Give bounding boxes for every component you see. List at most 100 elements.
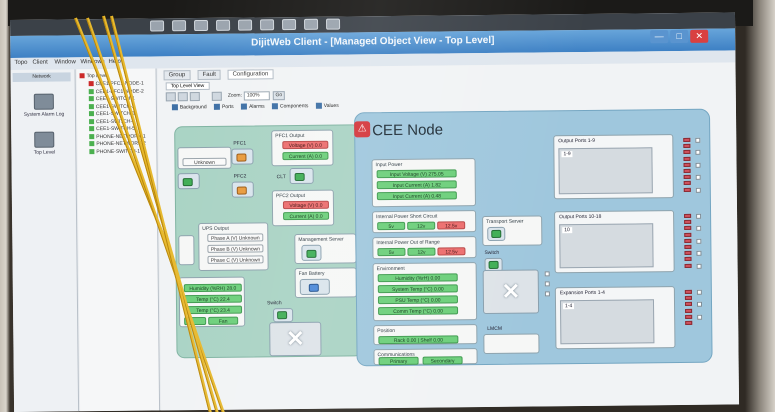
port-alarm-indicator[interactable]	[683, 175, 691, 180]
switch-port-square[interactable]	[544, 291, 550, 297]
zoom-out-icon[interactable]	[177, 92, 188, 102]
port-alarm-indicator[interactable]	[685, 320, 693, 325]
port-alarm-indicator[interactable]	[684, 213, 692, 218]
lmcm-box[interactable]	[483, 333, 540, 355]
out-of-range-12v: 12v	[407, 247, 436, 256]
port-square[interactable]	[695, 174, 701, 181]
port-alarm-indicator[interactable]	[684, 232, 692, 237]
checkbox-alarms[interactable]	[241, 103, 248, 110]
device-input[interactable]	[177, 173, 200, 190]
tab-configuration[interactable]: Configuration	[227, 69, 274, 80]
taskbar-icon[interactable]	[282, 19, 297, 31]
port-alarm-indicator[interactable]	[684, 289, 692, 294]
port-alarm-indicator[interactable]	[683, 187, 691, 192]
tree-item[interactable]: CEE1-PFC1-NODE-1	[88, 81, 144, 89]
zoom-go-button[interactable]: Go	[272, 91, 285, 101]
port-alarm-indicator[interactable]	[684, 302, 693, 307]
menu-client[interactable]: Client	[32, 60, 47, 66]
switch-fabric-icon[interactable]: ✕	[269, 321, 322, 357]
port-square[interactable]	[697, 314, 703, 320]
port-alarm-indicator[interactable]	[683, 181, 691, 186]
port-alarm-indicator[interactable]	[684, 238, 692, 243]
taskbar-icon[interactable]	[238, 19, 253, 31]
device-clt[interactable]	[289, 167, 314, 185]
checkbox-components[interactable]	[271, 103, 279, 110]
comm-primary[interactable]: Primary	[378, 356, 419, 366]
taskbar-icon[interactable]	[150, 20, 165, 32]
close-icon[interactable]: ✕	[690, 29, 709, 43]
taskbar-icon[interactable]	[216, 19, 231, 31]
port-square[interactable]	[696, 263, 702, 269]
checkbox-background[interactable]	[171, 104, 178, 111]
power-distribution-panel: Unknown PFC1 PFC2 PFC1 Output Voltage (V…	[174, 124, 363, 359]
port-alarm-indicator[interactable]	[683, 137, 691, 142]
short-circuit-box: Internal Power Short Circuit 5v 12v 12.5…	[372, 210, 477, 234]
comm-secondary[interactable]: Secondary	[422, 356, 463, 365]
port-alarm-indicator[interactable]	[683, 162, 691, 167]
zoom-in-icon[interactable]	[165, 92, 176, 102]
node-switch-fabric-icon[interactable]: ✕	[482, 269, 540, 315]
port-alarm-indicator[interactable]	[684, 263, 692, 268]
taskbar-icon[interactable]	[260, 19, 275, 31]
tab-top-level-view[interactable]: Top Level View	[165, 81, 210, 91]
input-current-1: Input Current (A) 1.82	[376, 180, 457, 190]
port-square[interactable]	[695, 150, 701, 156]
menu-window[interactable]: Window	[54, 59, 75, 65]
management-server-box[interactable]: Management Server	[294, 233, 357, 265]
port-alarm-indicator[interactable]	[683, 168, 691, 173]
switch-port-square[interactable]	[544, 271, 550, 277]
tree-root[interactable]: Top Level	[79, 73, 108, 80]
minimize-icon[interactable]: —	[650, 30, 669, 44]
port-alarm-indicator[interactable]	[683, 156, 691, 161]
tab-group[interactable]: Group	[163, 70, 191, 81]
port-square[interactable]	[696, 226, 702, 232]
port-square[interactable]	[695, 187, 701, 193]
port-square[interactable]	[696, 250, 702, 257]
port-alarm-indicator[interactable]	[684, 244, 692, 249]
transport-server-box[interactable]: Transport Server	[482, 215, 543, 247]
ups-device[interactable]	[178, 235, 195, 266]
checkbox-ports[interactable]	[213, 103, 221, 110]
taskbar-icon[interactable]	[172, 20, 187, 32]
device-pfc2[interactable]	[231, 181, 254, 198]
nav-tab-network[interactable]: Network	[12, 72, 71, 82]
port-alarm-indicator[interactable]	[684, 257, 692, 262]
tree-item[interactable]: CEE1-SWITCH-4	[89, 118, 135, 125]
port-alarm-indicator[interactable]	[685, 314, 693, 319]
nav-item-alarm-log[interactable]: System Alarm Log	[16, 93, 72, 118]
port-alarm-indicator[interactable]	[684, 296, 692, 301]
port-alarm-indicator[interactable]	[683, 144, 691, 149]
port-alarm-indicator[interactable]	[684, 220, 692, 225]
zoom-input[interactable]: 100%	[243, 91, 270, 101]
port-alarm-indicator[interactable]	[684, 251, 692, 256]
refresh-icon[interactable]	[211, 91, 222, 101]
port-square[interactable]	[696, 213, 702, 219]
port-square[interactable]	[696, 289, 702, 295]
fit-icon[interactable]	[189, 92, 200, 102]
port-square[interactable]	[696, 238, 702, 244]
status-icon	[89, 118, 95, 124]
switch-port-square[interactable]	[544, 281, 550, 287]
nav-item-top-level[interactable]: Top Level	[16, 131, 72, 156]
port-alarm-indicator[interactable]	[685, 308, 693, 313]
checkbox-values[interactable]	[315, 102, 322, 109]
port-square[interactable]	[695, 162, 701, 168]
taskbar-icon[interactable]	[194, 19, 209, 32]
tree-item[interactable]: CEE1-PFC1-NODE-2	[88, 88, 144, 96]
port-grid[interactable]: 10	[559, 223, 654, 269]
port-grid[interactable]: 1-9	[558, 147, 653, 195]
tab-fault[interactable]: Fault	[197, 69, 221, 81]
device-pfc1[interactable]	[231, 148, 254, 165]
taskbar-icon[interactable]	[326, 18, 341, 30]
taskbar-icon[interactable]	[304, 18, 319, 30]
port-alarm-indicator[interactable]	[683, 150, 691, 155]
port-square[interactable]	[696, 302, 703, 308]
fan-battery-box[interactable]: Fan Battery	[294, 267, 357, 299]
alarm-bell-icon[interactable]: ⚠	[354, 121, 371, 138]
port-alarm-indicator[interactable]	[684, 226, 692, 231]
maximize-icon[interactable]: □	[670, 29, 689, 44]
port-square[interactable]	[695, 137, 701, 143]
port-grid[interactable]: 1-4	[559, 299, 655, 345]
position-title: Position	[377, 327, 396, 335]
menu-topo[interactable]: Topo	[14, 60, 27, 66]
